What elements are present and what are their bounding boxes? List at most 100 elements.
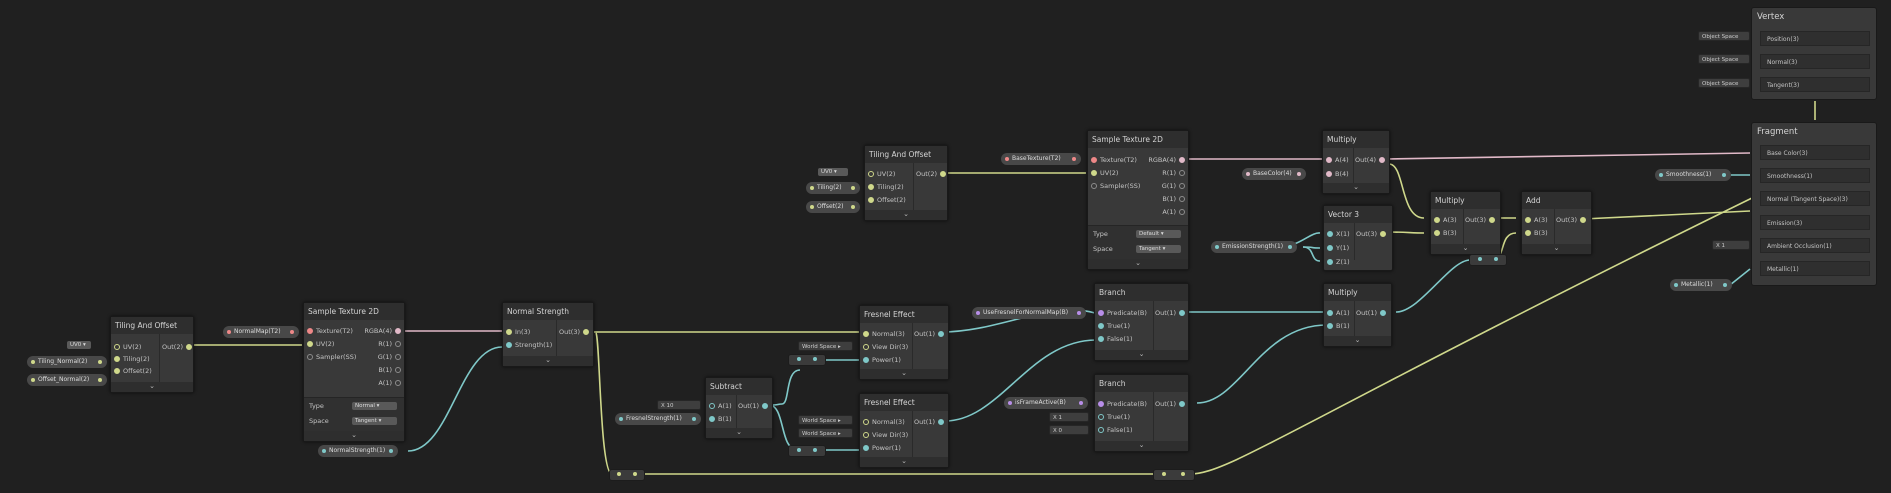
power-port[interactable]: Power(1) [860,354,901,366]
normal-strength-node[interactable]: Normal Strength In(3) Strength(1) Out(3)… [502,302,594,367]
offset-port[interactable]: Offset(2) [111,365,152,377]
viewdir-port[interactable]: View Dir(3) [860,341,908,353]
collapse-chevron-icon[interactable]: ⌄ [706,428,772,438]
collapse-chevron-icon[interactable]: ⌄ [1324,336,1391,346]
uv-port[interactable]: UV(2) [865,168,895,180]
a-port[interactable]: A(1) [706,400,732,412]
g-port[interactable]: G(1) [1162,180,1188,192]
type-dropdown[interactable]: Normal ▾ [352,402,397,410]
space-dropdown[interactable]: Tangent ▾ [1136,245,1181,253]
object-space-field[interactable]: Object Space [1698,54,1750,64]
out-port[interactable]: Out(3) [1465,214,1498,226]
b-port[interactable]: B(1) [378,364,404,376]
out-port[interactable]: Out(2) [162,341,195,353]
b-port[interactable]: B(1) [1162,193,1188,205]
out-port[interactable]: Out(1) [1155,307,1188,319]
tiling-port[interactable]: Tiling(2) [865,181,904,193]
property-isframeactive[interactable]: isFrameActive(B) [1004,397,1088,409]
vertex-tangent-slot[interactable]: Tangent(3) [1760,77,1870,92]
multiply-node[interactable]: Multiply A(1) B(1) Out(1) ⌄ [1323,283,1392,347]
reroute-node[interactable] [1153,469,1195,481]
r-port[interactable]: R(1) [378,338,404,350]
branch-node[interactable]: Branch Predicate(B) True(1) False(1) Out… [1094,374,1189,452]
branch-node[interactable]: Branch Predicate(B) True(1) False(1) Out… [1094,283,1189,361]
g-port[interactable]: G(1) [378,351,404,363]
collapse-chevron-icon[interactable]: ⌄ [111,382,193,392]
b-port[interactable]: B(3) [1522,227,1548,239]
x-port[interactable]: X(1) [1324,228,1350,240]
true-port[interactable]: True(1) [1095,411,1130,423]
fragment-ambient-occlusion-slot[interactable]: Ambient Occlusion(1) [1760,238,1870,253]
branch-true-field[interactable]: X 1 [1049,412,1089,422]
out-port[interactable]: Out(3) [559,326,592,338]
add-node[interactable]: Add A(3) B(3) Out(3) ⌄ [1521,191,1592,255]
fragment-master-block[interactable]: Fragment Base Color(3) Smoothness(1) Nor… [1751,122,1877,286]
power-port[interactable]: Power(1) [860,442,901,454]
collapse-chevron-icon[interactable]: ⌄ [1431,244,1500,254]
property-normalstrength[interactable]: NormalStrength(1) [318,445,398,457]
property-tiling[interactable]: Tiling(2) [806,182,860,194]
collapse-chevron-icon[interactable]: ⌄ [860,369,948,379]
y-port[interactable]: Y(1) [1324,242,1349,254]
tiling-and-offset-node[interactable]: Tiling And Offset UV(2) Tiling(2) Offset… [110,316,194,393]
z-port[interactable]: Z(1) [1324,256,1350,268]
world-space-field[interactable]: World Space ▸ [798,415,853,425]
collapse-chevron-icon[interactable]: ⌄ [865,210,947,220]
vector3-node[interactable]: Vector 3 X(1) Y(1) Z(1) Out(3) [1323,205,1393,271]
out-port[interactable]: Out(1) [1356,307,1389,319]
tiling-and-offset-node[interactable]: Tiling And Offset UV(2) Tiling(2) Offset… [864,145,948,221]
property-basetexture[interactable]: BaseTexture(T2) [1001,153,1081,165]
b-port[interactable]: B(1) [706,413,732,425]
uv-port[interactable]: UV(2) [111,341,141,353]
texture-port[interactable]: Texture(T2) [304,325,353,337]
vertex-position-slot[interactable]: Position(3) [1760,31,1870,46]
fragment-normal-slot[interactable]: Normal (Tangent Space)(3) [1760,191,1870,206]
normal-port[interactable]: Normal(3) [860,416,905,428]
multiply-node[interactable]: Multiply A(4) B(4) Out(4) ⌄ [1322,130,1390,194]
b-port[interactable]: B(1) [1324,320,1350,332]
vertex-normal-slot[interactable]: Normal(3) [1760,54,1870,69]
fresnel-effect-node[interactable]: Fresnel Effect Normal(3) View Dir(3) Pow… [859,393,949,468]
object-space-field[interactable]: Object Space [1698,31,1750,41]
object-space-field[interactable]: Object Space [1698,78,1750,88]
in-port[interactable]: In(3) [503,326,530,338]
out-port[interactable]: Out(4) [1355,154,1388,166]
a-port[interactable]: A(3) [1522,214,1548,226]
property-smoothness[interactable]: Smoothness(1) [1655,169,1731,181]
collapse-chevron-icon[interactable]: ⌄ [304,431,404,441]
vertex-master-block[interactable]: Vertex Position(3) Normal(3) Tangent(3) [1751,7,1877,100]
out-port[interactable]: Out(1) [914,416,947,428]
out-port[interactable]: Out(2) [916,168,949,180]
a-port[interactable]: A(3) [1431,214,1457,226]
collapse-chevron-icon[interactable]: ⌄ [503,356,593,366]
false-port[interactable]: False(1) [1095,424,1133,436]
b-port[interactable]: B(4) [1323,168,1349,180]
sampler-port[interactable]: Sampler(SS) [304,351,356,363]
collapse-chevron-icon[interactable]: ⌄ [1095,350,1188,360]
collapse-chevron-icon[interactable]: ⌄ [1522,244,1591,254]
fresnel-effect-node[interactable]: Fresnel Effect Normal(3) View Dir(3) Pow… [859,305,949,380]
reroute-node[interactable] [609,469,645,481]
ambient-occlusion-field[interactable]: X 1 [1712,240,1750,250]
property-fresnelstrength[interactable]: FresnelStrength(1) [615,413,701,425]
world-space-field[interactable]: World Space ▸ [798,341,853,351]
r-port[interactable]: R(1) [1162,167,1188,179]
world-space-field[interactable]: World Space ▸ [798,428,853,438]
subtract-a-field[interactable]: X 10 [657,400,701,410]
fragment-metallic-slot[interactable]: Metallic(1) [1760,261,1870,276]
tiling-port[interactable]: Tiling(2) [111,353,150,365]
uv-channel-dropdown[interactable]: UV0 ▾ [67,341,91,349]
strength-port[interactable]: Strength(1) [503,339,552,351]
offset-port[interactable]: Offset(2) [865,194,906,206]
sampler-port[interactable]: Sampler(SS) [1088,180,1140,192]
a-port[interactable]: A(1) [1162,206,1188,218]
sample-texture-2d-node[interactable]: Sample Texture 2D Texture(T2) UV(2) Samp… [1087,130,1189,270]
property-tiling-normal[interactable]: Tiling_Normal(2) [27,356,107,368]
space-dropdown[interactable]: Tangent ▾ [352,417,397,425]
rgba-port[interactable]: RGBA(4) [364,325,404,337]
out-port[interactable]: Out(1) [738,400,771,412]
reroute-node[interactable] [1469,254,1507,266]
out-port[interactable]: Out(1) [914,328,947,340]
texture-port[interactable]: Texture(T2) [1088,154,1137,166]
reroute-node[interactable] [788,445,826,457]
